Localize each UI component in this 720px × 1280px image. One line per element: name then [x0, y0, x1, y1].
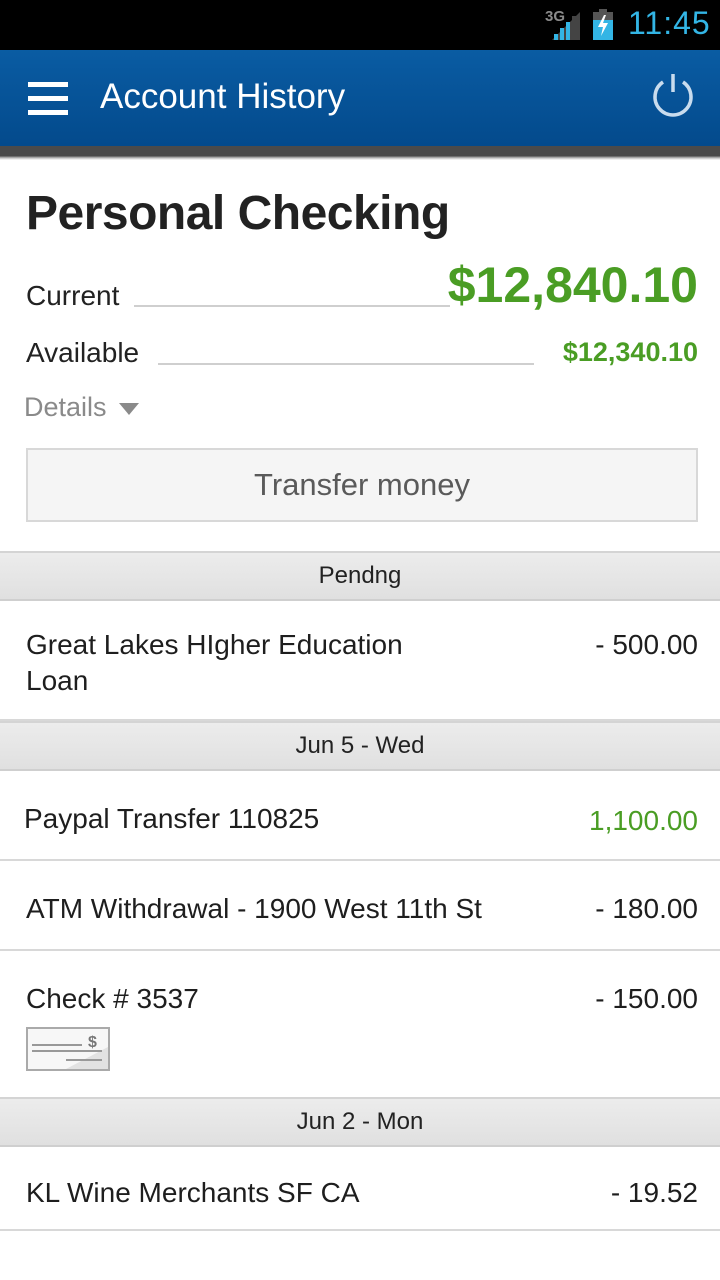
current-balance-row: Current $12,840.10	[26, 250, 698, 320]
transaction-description: Check # 3537	[26, 983, 199, 1014]
transaction-amount: - 500.00	[595, 629, 698, 660]
available-balance-row: Available $12,340.10	[26, 335, 698, 375]
page-title: Account History	[100, 77, 346, 116]
transaction-row[interactable]: Great Lakes HIgher Education Loan - 500.…	[0, 603, 720, 721]
current-balance: $12,840.10	[447, 257, 698, 313]
power-icon[interactable]	[648, 70, 698, 120]
section-header-date: Jun 2 - Mon	[0, 1097, 720, 1147]
app-bar-shadow	[0, 146, 720, 160]
transaction-description: KL Wine Merchants SF CA	[26, 1177, 360, 1208]
transaction-description: Paypal Transfer 110825	[24, 803, 320, 834]
available-label: Available	[26, 337, 140, 368]
section-header-date: Jun 5 - Wed	[0, 721, 720, 771]
transaction-row[interactable]: Check # 3537 - 150.00 $	[0, 951, 720, 1099]
current-label: Current	[26, 280, 120, 311]
details-label: Details	[24, 392, 107, 422]
details-toggle[interactable]: Details	[24, 392, 139, 423]
hamburger-menu-icon[interactable]	[28, 82, 68, 116]
transaction-amount: - 150.00	[595, 983, 698, 1014]
clock: 11:45	[628, 5, 711, 41]
status-bar: 3G 11:45	[0, 0, 720, 50]
transaction-row[interactable]: ATM Withdrawal - 1900 West 11th St - 180…	[0, 861, 720, 951]
section-header-pending: Pendng	[0, 551, 720, 601]
svg-text:$: $	[88, 1034, 97, 1051]
available-balance: $12,340.10	[562, 337, 698, 367]
transfer-money-button[interactable]: Transfer money	[26, 448, 698, 522]
transaction-row[interactable]: KL Wine Merchants SF CA - 19.52	[0, 1149, 720, 1231]
app-bar: Account History	[0, 50, 720, 146]
transaction-amount: - 19.52	[610, 1177, 698, 1208]
transaction-amount: 1,100.00	[589, 805, 698, 836]
transaction-description: ATM Withdrawal - 1900 West 11th St	[26, 893, 482, 924]
leader-line	[134, 305, 450, 307]
caret-down-icon	[118, 402, 139, 415]
check-image-icon[interactable]: $	[26, 1027, 110, 1071]
account-name: Personal Checking	[26, 187, 450, 240]
transaction-row[interactable]: Paypal Transfer 110825 1,100.00	[0, 773, 720, 861]
transaction-description: Great Lakes HIgher Education Loan	[26, 629, 403, 696]
transaction-amount: - 180.00	[595, 893, 698, 924]
battery-charging-icon	[593, 9, 613, 40]
leader-line	[158, 363, 534, 365]
signal-icon	[552, 12, 580, 40]
